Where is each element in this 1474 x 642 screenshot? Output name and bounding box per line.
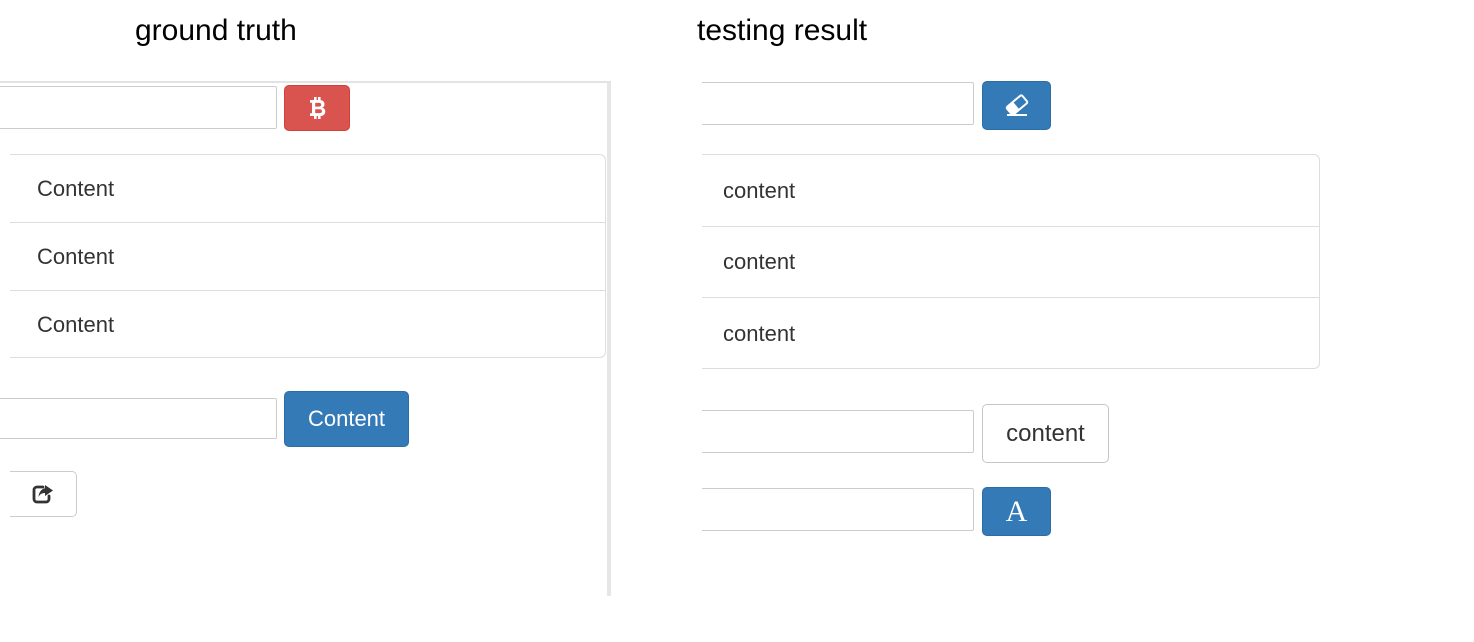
eraser-icon (1004, 93, 1030, 118)
ground-truth-top-input[interactable] (0, 86, 277, 129)
bitcoin-button[interactable] (284, 85, 350, 131)
testing-result-second-input[interactable] (702, 410, 974, 453)
ground-truth-panel: Content Content Content Content (0, 81, 611, 596)
list-item: Content (10, 290, 605, 357)
testing-result-top-input[interactable] (702, 82, 974, 125)
ground-truth-second-input[interactable] (0, 398, 277, 439)
content-button[interactable]: Content (284, 391, 409, 447)
list-item: Content (10, 222, 605, 290)
testing-result-panel: content content content content A (702, 80, 1402, 600)
bitcoin-icon (307, 97, 327, 119)
list-item: content (702, 226, 1319, 297)
ground-truth-list: Content Content Content (10, 154, 606, 358)
list-item: Content (37, 175, 115, 201)
list-item: content (702, 297, 1319, 368)
share-square-icon (32, 484, 54, 504)
share-button[interactable] (10, 471, 77, 517)
font-a-button[interactable]: A (982, 487, 1051, 536)
testing-result-third-input[interactable] (702, 488, 974, 531)
eraser-button[interactable] (982, 81, 1051, 130)
content-button[interactable]: content (982, 404, 1109, 463)
testing-result-list: content content content (702, 154, 1320, 369)
ground-truth-heading: ground truth (135, 14, 297, 47)
testing-result-heading: testing result (697, 14, 868, 47)
list-item: content (723, 177, 796, 203)
panel-divider (607, 83, 611, 596)
